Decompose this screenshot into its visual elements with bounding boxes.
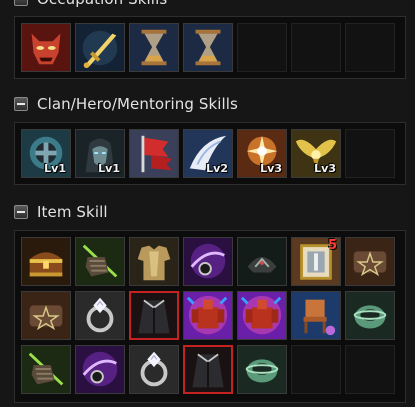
- treasure-chest-icon: [22, 238, 70, 285]
- occupation-skills-header[interactable]: Occupation Skills: [14, 0, 167, 10]
- jade-bracelet-icon: [238, 346, 286, 393]
- item-slot[interactable]: [75, 237, 125, 286]
- item-count-badge: 5: [327, 238, 337, 253]
- skill-level: Lv1: [98, 162, 120, 175]
- empty-slot: [345, 345, 395, 394]
- golden-sword-icon: [76, 24, 124, 71]
- hourglass-icon: [130, 24, 178, 71]
- wooden-chair-icon: [292, 292, 340, 339]
- item-slot[interactable]: [291, 291, 341, 340]
- purple-amulet-icon: [76, 346, 124, 393]
- item-slot[interactable]: [21, 237, 71, 286]
- collapse-button[interactable]: [14, 0, 28, 6]
- pentagram-bracelet-icon: [346, 238, 394, 285]
- golden-armor-icon: [130, 238, 178, 285]
- item-slot[interactable]: [237, 237, 287, 286]
- item-slot[interactable]: 5: [291, 237, 341, 286]
- diamond-ring-icon: [76, 292, 124, 339]
- skill-slot[interactable]: Lv1: [21, 129, 71, 178]
- item-slot[interactable]: [75, 291, 125, 340]
- jade-bracelet-icon: [346, 292, 394, 339]
- section-title: Occupation Skills: [37, 0, 167, 8]
- item-slot[interactable]: [75, 345, 125, 394]
- clan-hero-mentoring-skills-header[interactable]: Clan/Hero/Mentoring Skills: [14, 93, 238, 115]
- item-slot[interactable]: [237, 345, 287, 394]
- item-slot[interactable]: [183, 291, 233, 340]
- green-gauntlet-icon: [76, 238, 124, 285]
- skill-level: Lv3: [314, 162, 336, 175]
- empty-slot: [237, 23, 287, 72]
- empty-slot: [291, 345, 341, 394]
- pentagram-bracelet-icon: [22, 292, 70, 339]
- section-title: Item Skill: [37, 203, 108, 221]
- skill-slot[interactable]: Lv1: [75, 129, 125, 178]
- item-slot[interactable]: [183, 237, 233, 286]
- item-slot[interactable]: [129, 291, 179, 340]
- empty-slot: [345, 129, 395, 178]
- green-gauntlet-icon: [22, 346, 70, 393]
- clan-hero-mentoring-skills-grid: Lv1 Lv1 Lv2 Lv3 Lv3: [14, 122, 406, 185]
- item-slot[interactable]: [345, 237, 395, 286]
- purple-amulet-icon: [184, 238, 232, 285]
- skill-slot[interactable]: [129, 129, 179, 178]
- dark-cloak-icon: [131, 293, 177, 338]
- item-slot[interactable]: [129, 237, 179, 286]
- red-banner-icon: [130, 130, 178, 177]
- collapse-button[interactable]: [14, 97, 28, 111]
- collapse-button[interactable]: [14, 205, 28, 219]
- item-slot[interactable]: [183, 345, 233, 394]
- empty-slot: [291, 23, 341, 72]
- item-slot[interactable]: [129, 345, 179, 394]
- skill-level: Lv1: [44, 162, 66, 175]
- dark-cloak-icon: [185, 347, 231, 392]
- item-slot[interactable]: [21, 345, 71, 394]
- red-demon-face-icon: [22, 24, 70, 71]
- skill-level: Lv2: [206, 162, 228, 175]
- skill-slot[interactable]: [129, 23, 179, 72]
- item-slot[interactable]: [237, 291, 287, 340]
- skill-slot[interactable]: [183, 23, 233, 72]
- section-title: Clan/Hero/Mentoring Skills: [37, 95, 238, 113]
- red-golem-icon: [184, 292, 232, 339]
- red-golem-icon: [238, 292, 286, 339]
- skill-slot[interactable]: Lv3: [291, 129, 341, 178]
- skill-slot[interactable]: Lv3: [237, 129, 287, 178]
- hourglass-icon: [184, 24, 232, 71]
- skill-panel: Occupation Skills: [0, 0, 415, 407]
- empty-slot: [345, 23, 395, 72]
- skill-slot[interactable]: [21, 23, 71, 72]
- skill-slot[interactable]: Lv2: [183, 129, 233, 178]
- occupation-skills-grid: [14, 16, 406, 79]
- item-skill-header[interactable]: Item Skill: [14, 201, 108, 223]
- dark-helmet-icon: [238, 238, 286, 285]
- item-slot[interactable]: [21, 291, 71, 340]
- diamond-ring-icon: [130, 346, 178, 393]
- skill-slot[interactable]: [75, 23, 125, 72]
- item-skill-grid: 5: [14, 230, 406, 403]
- skill-level: Lv3: [260, 162, 282, 175]
- item-slot[interactable]: [345, 291, 395, 340]
